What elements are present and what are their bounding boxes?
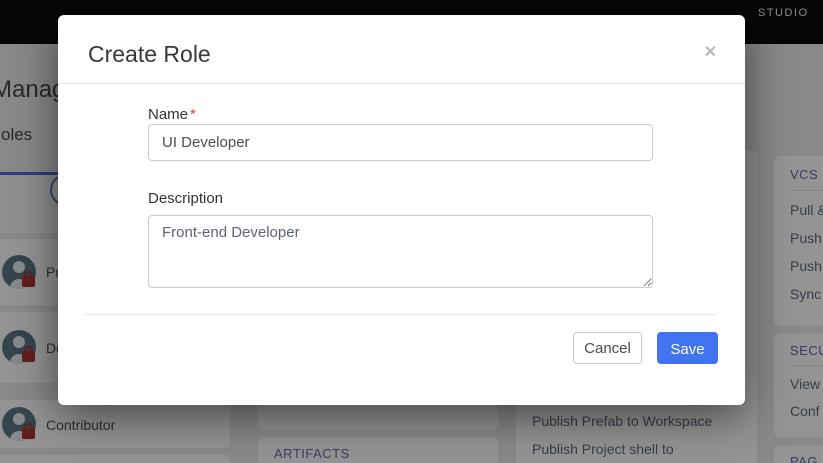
divider [58, 83, 745, 84]
name-label-text: Name [148, 106, 188, 123]
description-field-label: Description [148, 190, 223, 207]
screen: STUDIO Manag oles Pr De Contributor ARTI [0, 0, 823, 463]
description-label-text: Description [148, 190, 223, 207]
close-icon[interactable]: ✕ [704, 45, 717, 61]
save-button[interactable]: Save [657, 332, 718, 364]
name-field-label: Name* [148, 106, 196, 123]
required-asterisk: * [190, 106, 196, 123]
cancel-button[interactable]: Cancel [573, 332, 642, 364]
description-textarea[interactable]: Front-end Developer [148, 215, 653, 288]
dialog-title: Create Role [88, 41, 211, 68]
create-role-dialog: Create Role ✕ Name* Description Front-en… [58, 15, 745, 405]
divider [85, 314, 716, 315]
name-input[interactable] [148, 124, 653, 161]
